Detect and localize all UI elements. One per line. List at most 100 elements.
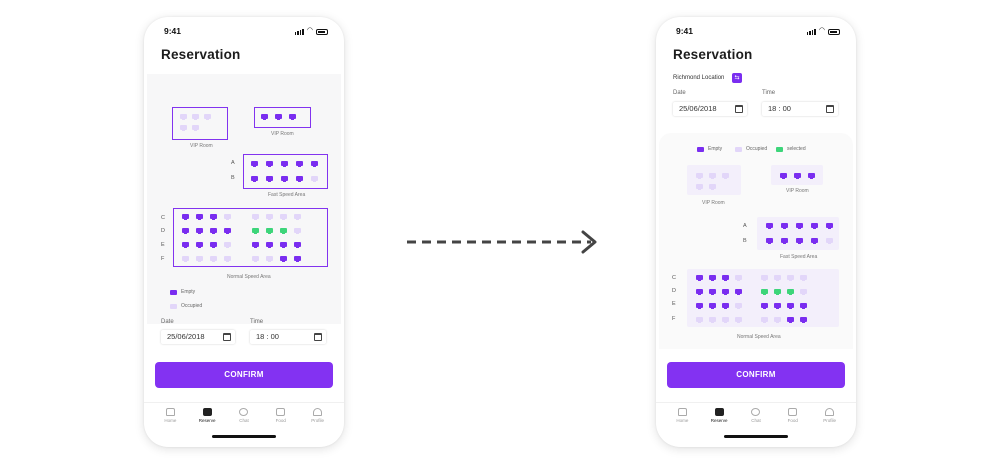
seat[interactable] — [266, 256, 273, 262]
nav-chat[interactable]: Chat — [229, 403, 259, 432]
fast-speed-area[interactable] — [757, 217, 839, 250]
seat[interactable] — [696, 275, 703, 281]
seat[interactable] — [761, 303, 768, 309]
seat[interactable] — [196, 242, 203, 248]
seat[interactable] — [266, 214, 273, 220]
seat[interactable] — [709, 184, 716, 190]
seat[interactable] — [224, 256, 231, 262]
seat[interactable] — [252, 214, 259, 220]
seat[interactable] — [252, 256, 259, 262]
seat[interactable] — [735, 289, 742, 295]
seat[interactable] — [210, 242, 217, 248]
nav-home[interactable]: Home — [667, 403, 697, 432]
seat[interactable] — [204, 114, 211, 120]
nav-profile[interactable]: Profile — [815, 403, 845, 432]
location-swap-icon[interactable]: ⇆ — [732, 73, 742, 83]
nav-profile[interactable]: Profile — [303, 403, 333, 432]
seat[interactable] — [787, 275, 794, 281]
seat[interactable] — [311, 161, 318, 167]
seat[interactable] — [696, 173, 703, 179]
seat[interactable] — [774, 303, 781, 309]
seat[interactable] — [182, 228, 189, 234]
nav-chat[interactable]: Chat — [741, 403, 771, 432]
seat[interactable] — [224, 214, 231, 220]
seat[interactable] — [252, 242, 259, 248]
seat[interactable] — [266, 161, 273, 167]
fast-speed-area[interactable] — [243, 154, 328, 189]
seat[interactable] — [251, 176, 258, 182]
calendar-icon[interactable] — [735, 105, 743, 113]
seat[interactable] — [781, 238, 788, 244]
seat[interactable] — [722, 303, 729, 309]
seat[interactable] — [275, 114, 282, 120]
seat[interactable] — [780, 173, 787, 179]
seat[interactable] — [709, 275, 716, 281]
seat[interactable] — [224, 242, 231, 248]
seat[interactable] — [709, 289, 716, 295]
seat[interactable] — [210, 256, 217, 262]
seat[interactable] — [252, 228, 259, 234]
seat[interactable] — [196, 256, 203, 262]
seat[interactable] — [294, 242, 301, 248]
seat[interactable] — [811, 223, 818, 229]
seat[interactable] — [289, 114, 296, 120]
seat[interactable] — [280, 228, 287, 234]
seat[interactable] — [296, 176, 303, 182]
seat[interactable] — [696, 184, 703, 190]
nav-home[interactable]: Home — [155, 403, 185, 432]
date-field[interactable]: 25/06/2018 — [161, 330, 235, 344]
confirm-button[interactable]: CONFIRM — [155, 362, 333, 388]
seat[interactable] — [280, 242, 287, 248]
seat[interactable] — [294, 256, 301, 262]
seat[interactable] — [182, 242, 189, 248]
seat[interactable] — [210, 228, 217, 234]
seat[interactable] — [266, 228, 273, 234]
seat[interactable] — [722, 289, 729, 295]
seat[interactable] — [735, 303, 742, 309]
seat[interactable] — [761, 289, 768, 295]
seat[interactable] — [294, 228, 301, 234]
calendar-icon[interactable] — [223, 333, 231, 341]
seat[interactable] — [796, 223, 803, 229]
seat[interactable] — [696, 303, 703, 309]
seat[interactable] — [192, 114, 199, 120]
nav-food[interactable]: Food — [778, 403, 808, 432]
seat[interactable] — [794, 173, 801, 179]
seat[interactable] — [281, 176, 288, 182]
seat[interactable] — [826, 238, 833, 244]
seat[interactable] — [811, 238, 818, 244]
seat[interactable] — [224, 228, 231, 234]
seat[interactable] — [735, 275, 742, 281]
time-field[interactable]: 18 : 00 — [762, 102, 838, 116]
seat[interactable] — [266, 242, 273, 248]
seat[interactable] — [722, 317, 729, 323]
seat[interactable] — [266, 176, 273, 182]
vip-room-1[interactable] — [172, 107, 228, 140]
date-field[interactable]: 25/06/2018 — [673, 102, 747, 116]
seat[interactable] — [766, 223, 773, 229]
seat[interactable] — [774, 289, 781, 295]
nav-reserve[interactable]: Reserve — [192, 403, 222, 432]
seat[interactable] — [210, 214, 217, 220]
seat[interactable] — [196, 214, 203, 220]
seat[interactable] — [800, 275, 807, 281]
seat[interactable] — [781, 223, 788, 229]
seat[interactable] — [709, 173, 716, 179]
seat[interactable] — [800, 303, 807, 309]
seat[interactable] — [182, 214, 189, 220]
seat[interactable] — [180, 114, 187, 120]
seat[interactable] — [709, 317, 716, 323]
seat[interactable] — [696, 317, 703, 323]
seat[interactable] — [808, 173, 815, 179]
seat[interactable] — [787, 289, 794, 295]
seat[interactable] — [280, 214, 287, 220]
seat[interactable] — [735, 317, 742, 323]
seat[interactable] — [787, 317, 794, 323]
seat[interactable] — [182, 256, 189, 262]
seat[interactable] — [774, 275, 781, 281]
seat[interactable] — [261, 114, 268, 120]
vip-room-1[interactable] — [687, 165, 741, 195]
seat[interactable] — [796, 238, 803, 244]
seat[interactable] — [761, 317, 768, 323]
seat[interactable] — [800, 289, 807, 295]
